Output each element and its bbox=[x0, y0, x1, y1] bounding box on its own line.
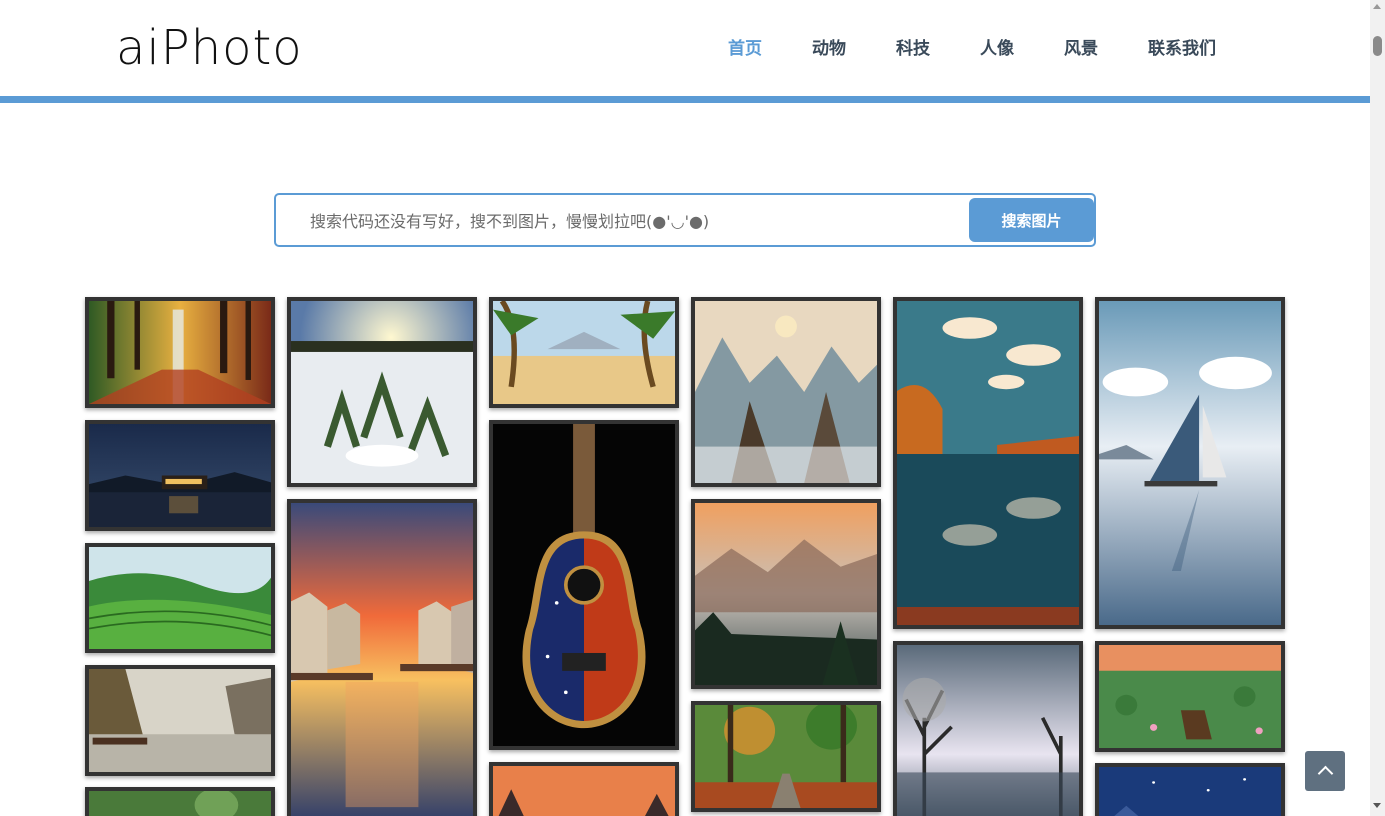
galaxy-guitar-photo[interactable] bbox=[489, 420, 679, 750]
forest-waterfall-photo[interactable] bbox=[85, 297, 275, 408]
lake-reflection-clouds-photo[interactable] bbox=[893, 297, 1083, 629]
starry-night-partial-photo[interactable] bbox=[1095, 763, 1285, 816]
main-nav: 首页 动物 科技 人像 风景 联系我们 bbox=[728, 34, 1216, 59]
back-to-top-button[interactable] bbox=[1305, 751, 1345, 791]
nav-item-contact[interactable]: 联系我们 bbox=[1148, 34, 1216, 59]
search-button[interactable]: 搜索图片 bbox=[969, 198, 1094, 242]
lotus-pond-boat-photo[interactable] bbox=[1095, 641, 1285, 752]
green-terrace-hills-photo[interactable] bbox=[85, 543, 275, 653]
scroll-down-icon[interactable] bbox=[1373, 803, 1381, 808]
nav-item-portrait[interactable]: 人像 bbox=[980, 34, 1014, 59]
search-input[interactable] bbox=[310, 207, 950, 235]
site-logo[interactable]: aiPhoto bbox=[116, 20, 303, 76]
nav-item-animals[interactable]: 动物 bbox=[812, 34, 846, 59]
site-header: aiPhoto 首页 动物 科技 人像 风景 联系我们 bbox=[0, 0, 1370, 103]
desert-palms-photo[interactable] bbox=[489, 297, 679, 408]
sunset-canal-houses-photo[interactable] bbox=[287, 499, 477, 816]
forest-partial-photo[interactable] bbox=[85, 787, 275, 816]
scroll-up-icon[interactable] bbox=[1373, 4, 1381, 9]
river-cliffs-photo[interactable] bbox=[85, 665, 275, 776]
scroll-thumb[interactable] bbox=[1373, 36, 1382, 56]
nav-item-home[interactable]: 首页 bbox=[728, 34, 762, 59]
nav-item-landscape[interactable]: 风景 bbox=[1064, 34, 1098, 59]
misty-mountains-photo[interactable] bbox=[691, 297, 881, 487]
autumn-forest-road-photo[interactable] bbox=[691, 701, 881, 812]
search-bar: 搜索图片 bbox=[274, 193, 1096, 247]
snow-flowers-sunrise-photo[interactable] bbox=[287, 297, 477, 487]
winter-trees-lake-photo[interactable] bbox=[893, 641, 1083, 816]
orange-sky-partial-photo[interactable] bbox=[489, 762, 679, 816]
chevron-up-icon bbox=[1317, 765, 1333, 782]
nav-item-tech[interactable]: 科技 bbox=[896, 34, 930, 59]
sailboat-lake-photo[interactable] bbox=[1095, 297, 1285, 629]
page-scrollbar[interactable] bbox=[1370, 0, 1385, 816]
sunset-valley-mist-photo[interactable] bbox=[691, 499, 881, 689]
night-lake-cabin-photo[interactable] bbox=[85, 420, 275, 531]
